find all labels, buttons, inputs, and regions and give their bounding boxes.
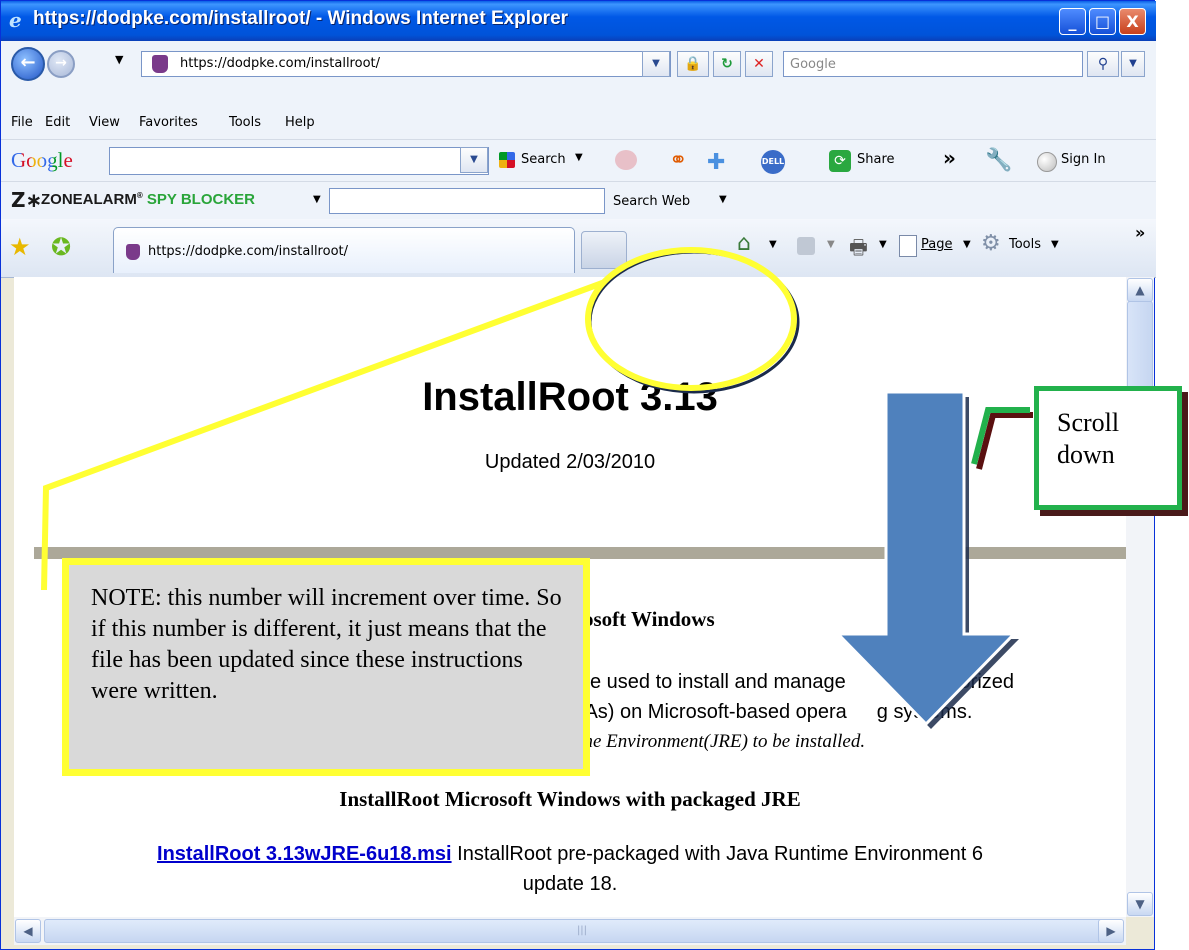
version-highlight-ellipse bbox=[585, 247, 797, 391]
note-annotation: NOTE: this number will increment over ti… bbox=[62, 558, 590, 776]
annotation-overlay bbox=[41, 247, 1033, 729]
note-callout-line bbox=[41, 279, 607, 591]
scroll-hint-annotation: Scroll down bbox=[1034, 386, 1182, 510]
